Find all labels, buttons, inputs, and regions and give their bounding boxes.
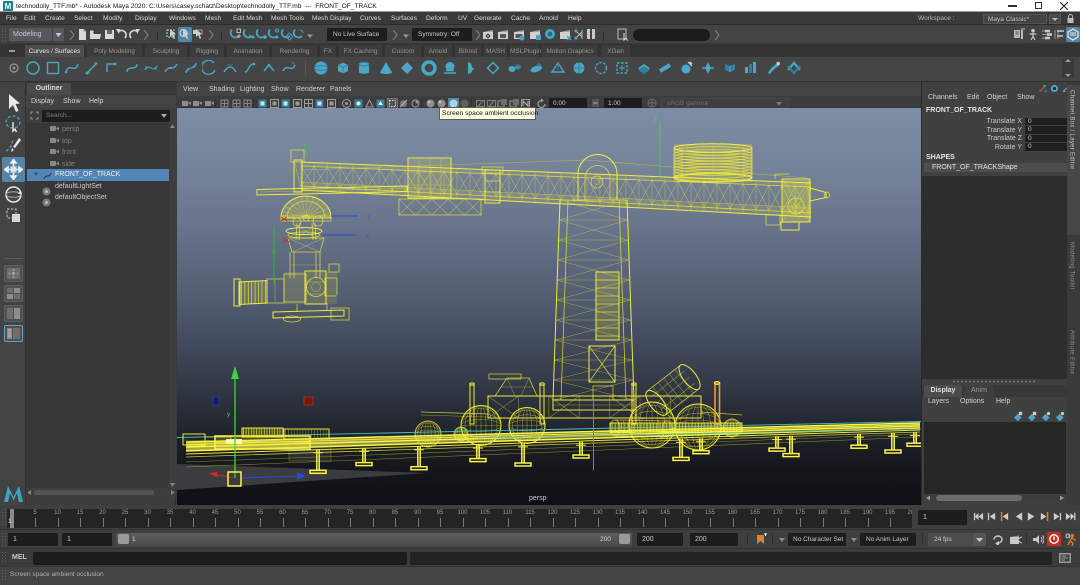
svg-text:M: M <box>5 2 12 11</box>
svg-text:y: y <box>654 115 658 122</box>
svg-text:z: z <box>366 233 369 240</box>
svg-text:z: z <box>335 294 338 300</box>
svg-text:y: y <box>303 142 306 148</box>
svg-text:y: y <box>227 411 231 418</box>
svg-text:z: z <box>367 214 370 221</box>
